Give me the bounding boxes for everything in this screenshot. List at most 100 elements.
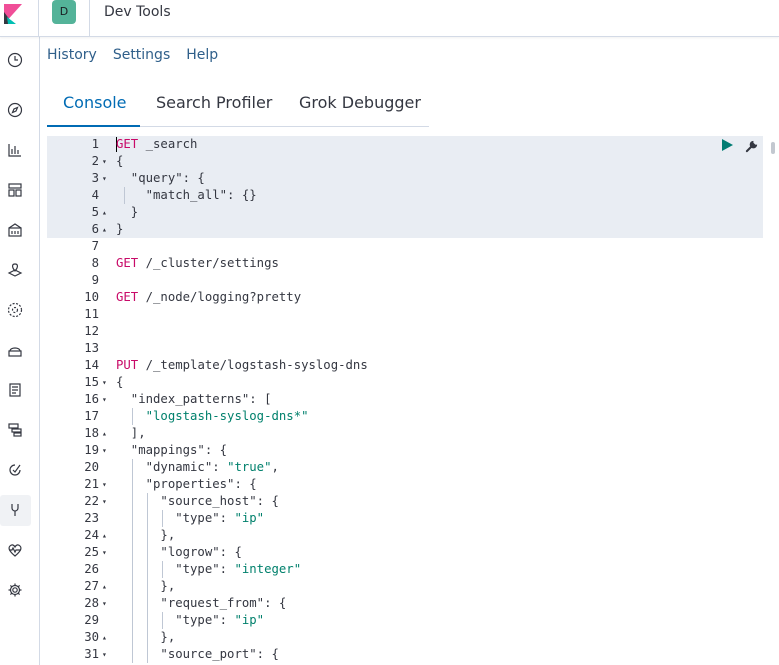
fold-toggle-icon[interactable]: ▾ — [102, 442, 107, 459]
line-number: 16 — [84, 392, 99, 406]
editor-line[interactable]: 11 — [47, 306, 763, 323]
space-avatar[interactable]: D — [52, 0, 76, 24]
code-text: "request_from": { — [116, 596, 287, 610]
code-text: "match_all": {} — [116, 188, 257, 202]
fold-toggle-icon[interactable]: ▾ — [102, 544, 107, 561]
editor-line[interactable]: 29 "type": "ip" — [47, 612, 763, 629]
editor-line[interactable]: 3 ▾ "query": { — [47, 170, 763, 187]
code-text: "dynamic": "true", — [116, 460, 279, 474]
editor-line[interactable]: 26 "type": "integer" — [47, 561, 763, 578]
apm-icon[interactable] — [4, 419, 26, 441]
tab-console[interactable]: Console — [63, 93, 127, 112]
logs-icon[interactable] — [4, 379, 26, 401]
dev-tools-icon[interactable] — [4, 499, 26, 521]
compass-icon[interactable] — [4, 99, 26, 121]
line-number: 28 — [84, 596, 99, 610]
editor-line[interactable]: 13 — [47, 340, 763, 357]
clock-icon[interactable] — [4, 49, 26, 71]
uptime-icon[interactable] — [4, 459, 26, 481]
fold-toggle-icon[interactable]: ▴ — [102, 425, 107, 442]
tab-search-profiler[interactable]: Search Profiler — [156, 93, 272, 112]
editor-line[interactable]: 5 ▴ } — [47, 204, 763, 221]
editor-line[interactable]: 19 ▾ "mappings": { — [47, 442, 763, 459]
editor-line[interactable]: 24 ▴ }, — [47, 527, 763, 544]
code-text: "type": "integer" — [116, 562, 302, 576]
management-gear-icon[interactable] — [4, 579, 26, 601]
kibana-logo-icon[interactable] — [4, 4, 24, 24]
dev-tools-menu: History Settings Help — [47, 47, 218, 63]
active-tab-indicator — [47, 125, 140, 127]
editor-line[interactable]: 23 "type": "ip" — [47, 510, 763, 527]
fold-toggle-icon[interactable]: ▾ — [102, 493, 107, 510]
fold-toggle-icon[interactable]: ▴ — [102, 527, 107, 544]
dashboard-icon[interactable] — [4, 179, 26, 201]
fold-toggle-icon[interactable]: ▴ — [102, 629, 107, 646]
fold-toggle-icon[interactable]: ▾ — [102, 646, 107, 663]
editor-line[interactable]: 12 — [47, 323, 763, 340]
canvas-icon[interactable] — [4, 219, 26, 241]
settings-link[interactable]: Settings — [113, 47, 170, 63]
ml-icon[interactable] — [4, 299, 26, 321]
editor-line[interactable]: 4 "match_all": {} — [47, 187, 763, 204]
editor-line[interactable]: 7 — [47, 238, 763, 255]
history-link[interactable]: History — [47, 47, 97, 63]
editor-line[interactable]: 30 ▴ }, — [47, 629, 763, 646]
code-text: GET /_cluster/settings — [116, 256, 279, 270]
fold-toggle-icon[interactable]: ▾ — [102, 153, 107, 170]
fold-toggle-icon[interactable]: ▾ — [102, 391, 107, 408]
editor-line[interactable]: 27 ▴ }, — [47, 578, 763, 595]
maps-icon[interactable] — [4, 259, 26, 281]
code-text: }, — [116, 630, 176, 644]
editor-line[interactable]: 22 ▾ "source_host": { — [47, 493, 763, 510]
editor-line[interactable]: 8 GET /_cluster/settings — [47, 255, 763, 272]
code-text: }, — [116, 579, 176, 593]
editor-line[interactable]: 28 ▾ "request_from": { — [47, 595, 763, 612]
fold-toggle-icon[interactable]: ▾ — [102, 595, 107, 612]
line-number: 8 — [91, 256, 99, 270]
fold-toggle-icon[interactable]: ▾ — [102, 170, 107, 187]
line-number: 11 — [84, 307, 99, 321]
editor-line[interactable]: 14 PUT /_template/logstash-syslog-dns — [47, 357, 763, 374]
code-text: "properties": { — [116, 477, 257, 491]
code-text: PUT /_template/logstash-syslog-dns — [116, 358, 368, 372]
line-number: 10 — [84, 290, 99, 304]
editor-scrollbar[interactable] — [771, 142, 775, 154]
fold-toggle-icon[interactable]: ▴ — [102, 221, 107, 238]
editor-line[interactable]: 25 ▾ "logrow": { — [47, 544, 763, 561]
monitoring-icon[interactable] — [4, 539, 26, 561]
infrastructure-icon[interactable] — [4, 339, 26, 361]
code-text: "index_patterns": [ — [116, 392, 272, 406]
fold-toggle-icon[interactable]: ▴ — [102, 204, 107, 221]
editor-line[interactable]: 15 ▾ { — [47, 374, 763, 391]
editor-line[interactable]: 17 "logstash-syslog-dns*" — [47, 408, 763, 425]
console-editor[interactable]: 1 GET _search 2 ▾{3 ▾ "query": {4 "match_all… — [47, 136, 779, 665]
editor-line[interactable]: 20 "dynamic": "true", — [47, 459, 763, 476]
editor-line[interactable]: 21 ▾ "properties": { — [47, 476, 763, 493]
fold-toggle-icon[interactable]: ▾ — [102, 374, 107, 391]
editor-line[interactable]: 10 GET /_node/logging?pretty — [47, 289, 763, 306]
line-number: 9 — [91, 273, 99, 287]
code-text: "logstash-syslog-dns*" — [145, 409, 309, 423]
code-text: } — [116, 222, 124, 236]
editor-line[interactable]: 18 ▴ ], — [47, 425, 763, 442]
code-text: { — [116, 375, 124, 389]
help-link[interactable]: Help — [186, 47, 218, 63]
editor-line[interactable]: 6 ▴} — [47, 221, 763, 238]
line-number: 29 — [84, 613, 99, 627]
editor-line[interactable]: 31 ▾ "source_port": { — [47, 646, 763, 663]
code-text: "mappings": { — [116, 443, 228, 457]
line-number: 19 — [84, 443, 99, 457]
editor-line[interactable]: 16 ▾ "index_patterns": [ — [47, 391, 763, 408]
editor-line[interactable]: 1 GET _search — [47, 136, 763, 153]
line-number: 25 — [84, 545, 99, 559]
editor-line[interactable]: 9 — [47, 272, 763, 289]
code-text: }, — [116, 528, 176, 542]
editor-line[interactable]: 2 ▾ { — [47, 153, 763, 170]
tab-grok-debugger[interactable]: Grok Debugger — [299, 93, 421, 112]
visualize-icon[interactable] — [4, 139, 26, 161]
fold-toggle-icon[interactable]: ▴ — [102, 578, 107, 595]
header-divider — [38, 0, 39, 37]
indent-guide — [162, 612, 163, 629]
code-text: } — [116, 205, 139, 219]
fold-toggle-icon[interactable]: ▾ — [102, 476, 107, 493]
